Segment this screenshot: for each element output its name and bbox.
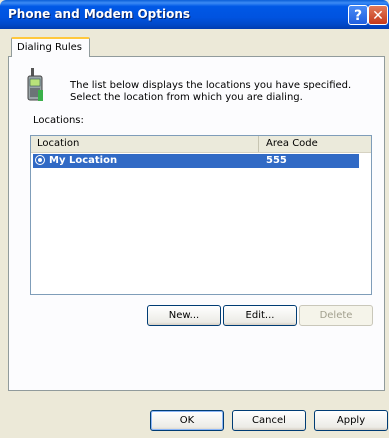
column-header-area-code[interactable]: Area Code xyxy=(260,136,371,152)
new-button[interactable]: New... xyxy=(147,305,221,326)
delete-button[interactable]: Delete xyxy=(299,305,373,326)
location-area-code: 555 xyxy=(266,155,287,166)
locations-list[interactable]: Location Area Code My Location 555 xyxy=(30,135,372,295)
tab-dialing-rules[interactable]: Dialing Rules xyxy=(11,37,90,57)
column-header-location[interactable]: Location xyxy=(31,136,259,152)
selected-location-icon xyxy=(35,155,45,165)
window-title: Phone and Modem Options xyxy=(8,7,191,21)
tab-label: Dialing Rules xyxy=(17,42,83,53)
description-text: The list below displays the locations yo… xyxy=(70,80,352,103)
title-bar[interactable]: Phone and Modem Options ? ✕ xyxy=(0,0,389,29)
location-name: My Location xyxy=(49,155,118,166)
close-icon: ✕ xyxy=(372,8,384,24)
list-header: Location Area Code xyxy=(31,136,371,153)
help-icon: ? xyxy=(353,8,363,24)
list-item[interactable]: My Location 555 xyxy=(33,154,359,168)
apply-button[interactable]: Apply xyxy=(314,410,388,431)
ok-button[interactable]: OK xyxy=(150,410,224,431)
edit-button[interactable]: Edit... xyxy=(223,305,297,326)
locations-label: Locations: xyxy=(33,115,84,126)
help-button[interactable]: ? xyxy=(348,5,368,25)
phone-icon xyxy=(27,68,43,101)
close-button[interactable]: ✕ xyxy=(368,5,388,25)
cancel-button[interactable]: Cancel xyxy=(232,410,306,431)
